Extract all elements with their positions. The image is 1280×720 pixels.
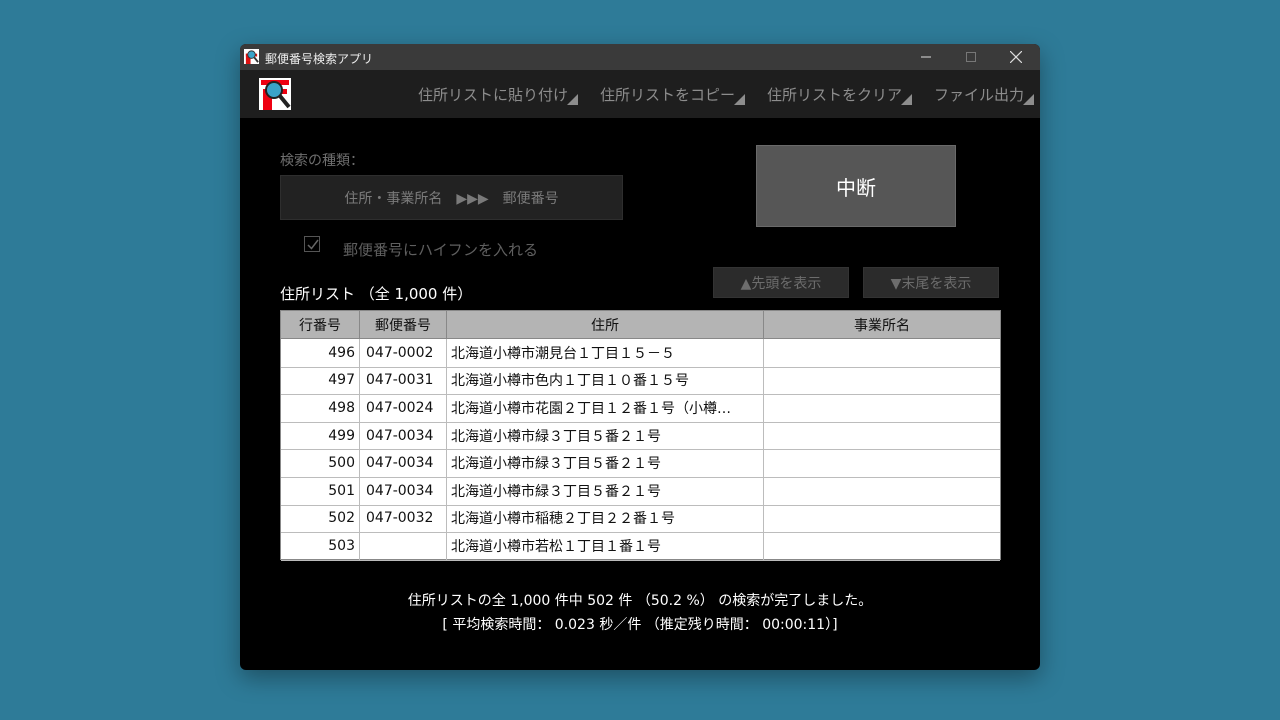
menu-copy-list[interactable]: 住所リストをコピー <box>600 84 746 105</box>
cell-postal-code[interactable]: 047-0034 <box>360 477 447 505</box>
table-row[interactable]: 496 047-0002 北海道小樽市潮見台１丁目１５－５ <box>281 339 1000 368</box>
cell-row-number[interactable]: 501 <box>281 477 360 505</box>
cell-address[interactable]: 北海道小樽市緑３丁目５番２１号 <box>447 421 764 450</box>
cell-row-number[interactable]: 503 <box>281 532 360 560</box>
cell-postal-code[interactable]: 047-0024 <box>360 394 447 422</box>
window-title: 郵便番号検索アプリ <box>265 52 374 66</box>
close-icon <box>1010 51 1022 63</box>
table-row[interactable]: 499 047-0034 北海道小樽市緑３丁目５番２１号 <box>281 421 1000 451</box>
table-row[interactable]: 503 北海道小樽市若松１丁目１番１号 <box>281 532 1000 561</box>
cell-business-name[interactable] <box>764 367 1000 395</box>
cell-business-name[interactable] <box>764 449 1000 477</box>
cell-business-name[interactable] <box>764 477 1000 505</box>
status-timing: [ 平均検索時間： 0.023 秒／件 （推定残り時間： 00:00:11）] <box>442 617 838 633</box>
cell-row-number[interactable]: 502 <box>281 504 360 533</box>
cell-address[interactable]: 北海道小樽市潮見台１丁目１５－５ <box>447 339 764 367</box>
cell-postal-code[interactable] <box>360 532 447 560</box>
menu-file-output[interactable]: ファイル出力 <box>934 84 1035 105</box>
menu-paste-list-label: 住所リストに貼り付け <box>418 86 569 104</box>
cell-business-name[interactable] <box>764 394 1000 422</box>
cell-postal-code[interactable]: 047-0032 <box>360 504 447 533</box>
header-business-name[interactable]: 事業所名 <box>764 311 1000 339</box>
table-row[interactable]: 500 047-0034 北海道小樽市緑３丁目５番２１号 <box>281 449 1000 478</box>
table-row[interactable]: 501 047-0034 北海道小樽市緑３丁目５番２１号 <box>281 477 1000 506</box>
dropdown-corner-icon <box>1023 94 1035 105</box>
cell-row-number[interactable]: 500 <box>281 449 360 477</box>
cell-address[interactable]: 北海道小樽市若松１丁目１番１号 <box>447 532 764 560</box>
table-row[interactable]: 502 047-0032 北海道小樽市稲穂２丁目２２番１号 <box>281 504 1000 534</box>
app-window: 郵便番号検索アプリ 住所リストに貼り付け 住所リストをコピー 住所リストをクリア… <box>240 44 1040 670</box>
show-last-label: ▼末尾を表示 <box>890 275 972 292</box>
cell-postal-code[interactable]: 047-0031 <box>360 366 447 395</box>
minimize-button[interactable] <box>903 44 949 70</box>
show-first-label: ▲先頭を表示 <box>740 275 822 292</box>
menu-paste-list[interactable]: 住所リストに貼り付け <box>418 84 579 105</box>
search-kind-label: 検索の種類： <box>280 153 364 169</box>
menu-copy-list-label: 住所リストをコピー <box>600 86 736 104</box>
cell-postal-code[interactable]: 047-0002 <box>360 339 447 367</box>
cell-business-name[interactable] <box>764 505 1000 533</box>
menu-file-output-label: ファイル出力 <box>934 86 1025 104</box>
minimize-icon <box>921 56 931 58</box>
cell-address[interactable]: 北海道小樽市緑３丁目５番２１号 <box>447 449 764 477</box>
stop-button[interactable]: 中断 <box>756 145 956 227</box>
close-button[interactable] <box>993 44 1039 70</box>
table-row[interactable]: 497 047-0031 北海道小樽市色内１丁目１０番１５号 <box>281 366 1000 396</box>
address-table[interactable]: 行番号 郵便番号 住所 事業所名 496 047-0002 北海道小樽市潮見台１丁目… <box>280 310 1001 561</box>
status-progress: 住所リストの全 1,000 件中 502 件 （50.2 %） の検索が完了しま… <box>407 593 873 609</box>
menu-clear-list-label: 住所リストをクリア <box>767 86 903 104</box>
show-first-button[interactable]: ▲先頭を表示 <box>713 267 849 298</box>
show-last-button[interactable]: ▼末尾を表示 <box>863 267 999 298</box>
cell-row-number[interactable]: 497 <box>281 366 360 395</box>
cell-postal-code[interactable]: 047-0034 <box>360 449 447 477</box>
cell-address[interactable]: 北海道小樽市色内１丁目１０番１５号 <box>447 366 764 395</box>
hyphen-checkbox[interactable] <box>304 236 320 252</box>
checkmark-icon <box>307 239 319 250</box>
cell-business-name[interactable] <box>764 532 1000 560</box>
header-postal-code[interactable]: 郵便番号 <box>360 311 447 339</box>
cell-business-name[interactable] <box>764 339 1000 367</box>
header-row-number[interactable]: 行番号 <box>281 311 360 339</box>
dropdown-corner-icon <box>901 94 913 105</box>
title-bar: 郵便番号検索アプリ <box>240 44 1040 70</box>
dropdown-corner-icon <box>567 94 579 105</box>
cell-postal-code[interactable]: 047-0034 <box>360 421 447 450</box>
app-icon <box>244 49 259 64</box>
menu-clear-list[interactable]: 住所リストをクリア <box>767 84 913 105</box>
stop-button-label: 中断 <box>836 175 876 200</box>
table-row[interactable]: 498 047-0024 北海道小樽市花園２丁目１２番１号（小樽… <box>281 394 1000 423</box>
cell-row-number[interactable]: 496 <box>281 339 360 367</box>
dropdown-corner-icon <box>734 94 746 105</box>
maximize-button[interactable] <box>948 44 994 70</box>
header-address[interactable]: 住所 <box>447 311 764 339</box>
app-logo-icon <box>259 78 291 110</box>
table-header: 行番号 郵便番号 住所 事業所名 <box>281 311 1000 339</box>
cell-row-number[interactable]: 498 <box>281 394 360 422</box>
search-kind-select[interactable]: 住所・事業所名 ▶▶▶ 郵便番号 <box>280 175 623 220</box>
address-list-title: 住所リスト （全 1,000 件） <box>280 285 473 303</box>
cell-address[interactable]: 北海道小樽市稲穂２丁目２２番１号 <box>447 504 764 533</box>
search-kind-value: 住所・事業所名 ▶▶▶ 郵便番号 <box>344 190 559 207</box>
cell-address[interactable]: 北海道小樽市緑３丁目５番２１号 <box>447 477 764 505</box>
cell-business-name[interactable] <box>764 422 1000 450</box>
cell-row-number[interactable]: 499 <box>281 421 360 450</box>
cell-address[interactable]: 北海道小樽市花園２丁目１２番１号（小樽… <box>447 394 764 422</box>
maximize-icon <box>966 52 976 62</box>
hyphen-checkbox-label: 郵便番号にハイフンを入れる <box>343 241 539 259</box>
menu-bar: 住所リストに貼り付け 住所リストをコピー 住所リストをクリア ファイル出力 <box>240 70 1040 118</box>
